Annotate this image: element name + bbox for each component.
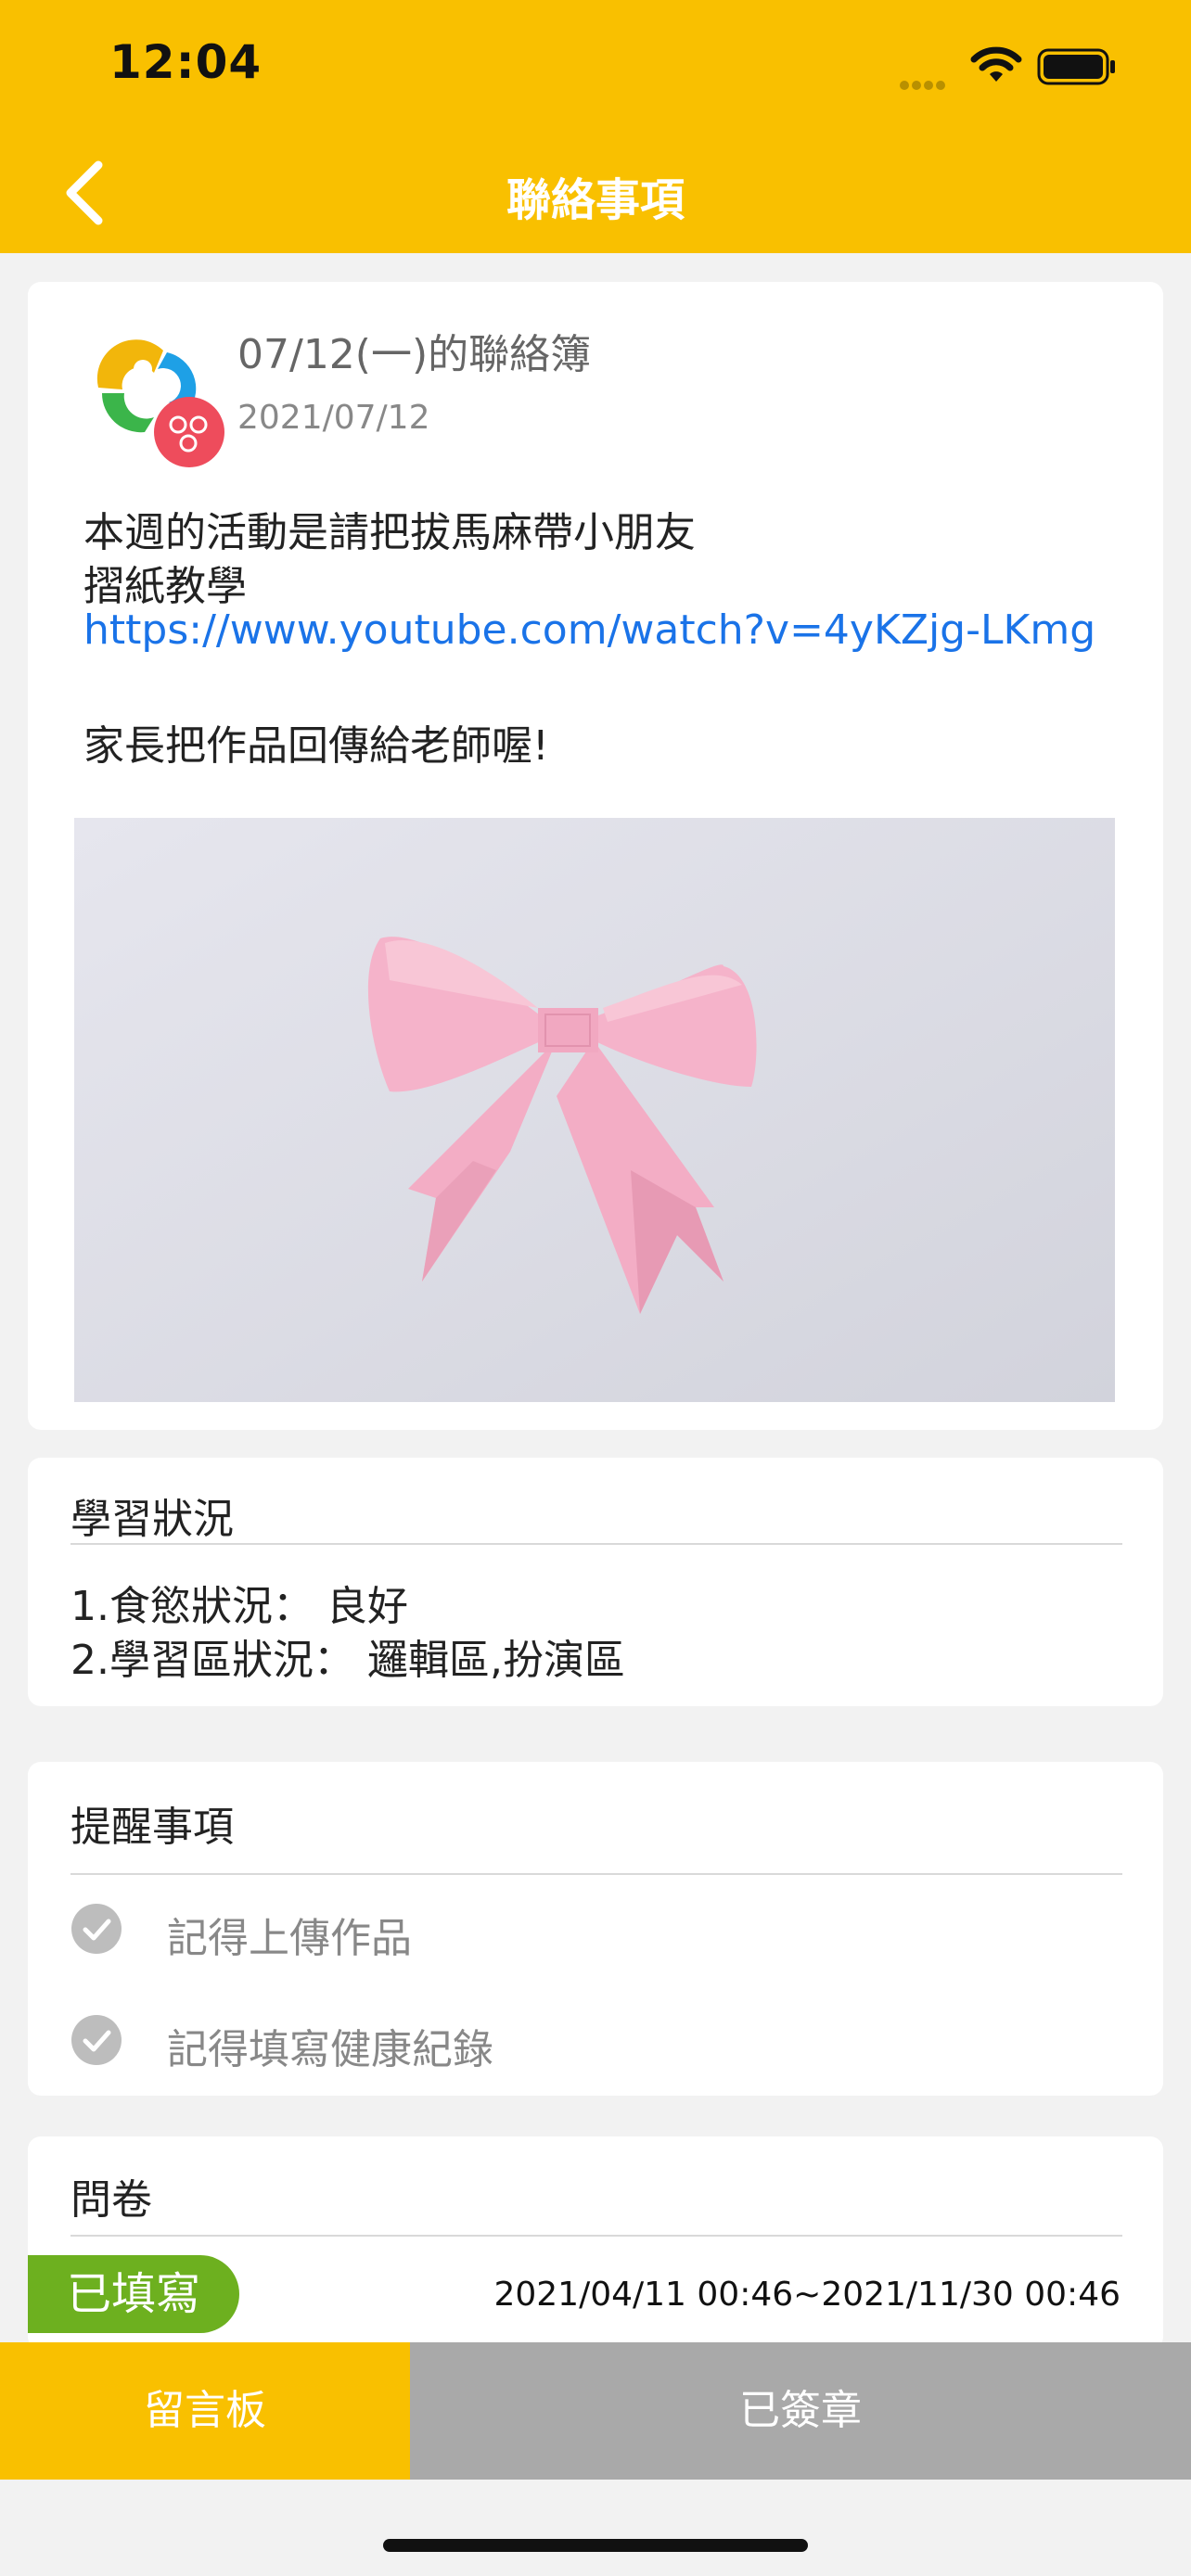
- origami-bow-photo[interactable]: [74, 818, 1115, 1402]
- wifi-icon: [970, 46, 1022, 82]
- post-text-line: 本週的活動是請把拔馬麻帶小朋友: [83, 509, 696, 556]
- survey-card[interactable]: 問卷 已填寫 2021/04/11 00:46~2021/11/30 00:46: [28, 2136, 1163, 2350]
- survey-status-badge: 已填寫: [28, 2255, 239, 2333]
- section-title: 學習狀況: [70, 1496, 234, 1543]
- post-text-line: 摺紙教學: [83, 563, 247, 610]
- battery-icon: [1037, 48, 1115, 85]
- top-bar: 12:04 聯絡事項: [0, 0, 1191, 253]
- reminder-label: 記得填寫健康紀錄: [167, 2026, 493, 2073]
- check-circle-icon: [71, 1904, 122, 1954]
- post-text-line: 家長把作品回傳給老師喔!: [83, 722, 549, 770]
- signal-icon: [900, 76, 955, 90]
- learning-status-card: 學習狀況 1.食慾狀況： 良好 2.學習區狀況： 邏輯區,扮演區: [28, 1458, 1163, 1706]
- post-title: 07/12(一)的聯絡簿: [237, 331, 592, 378]
- section-title: 問卷: [70, 2176, 152, 2224]
- page-title: 聯絡事項: [506, 174, 685, 226]
- divider: [70, 2235, 1122, 2237]
- status-time: 12:04: [109, 35, 263, 89]
- learning-item: 2.學習區狀況： 邏輯區,扮演區: [70, 1637, 625, 1684]
- reminders-card: 提醒事項 記得上傳作品 記得填寫健康紀錄: [28, 1762, 1163, 2096]
- message-board-button[interactable]: 留言板: [0, 2342, 410, 2480]
- check-circle-icon: [71, 2015, 122, 2065]
- learning-item: 1.食慾狀況： 良好: [70, 1583, 408, 1630]
- post-date: 2021/07/12: [237, 399, 430, 437]
- school-logo-avatar: [96, 339, 224, 467]
- reminder-label: 記得上傳作品: [167, 1915, 412, 1962]
- signed-button[interactable]: 已簽章: [410, 2342, 1191, 2480]
- divider: [70, 1873, 1122, 1875]
- divider: [70, 1543, 1122, 1545]
- section-title: 提醒事項: [70, 1804, 234, 1851]
- post-card: 07/12(一)的聯絡簿 2021/07/12 本週的活動是請把拔馬麻帶小朋友 …: [28, 282, 1163, 1430]
- home-indicator[interactable]: [383, 2539, 808, 2552]
- survey-date-range: 2021/04/11 00:46~2021/11/30 00:46: [493, 2276, 1121, 2314]
- youtube-link[interactable]: https://www.youtube.com/watch?v=4yKZjg-L…: [83, 606, 1095, 654]
